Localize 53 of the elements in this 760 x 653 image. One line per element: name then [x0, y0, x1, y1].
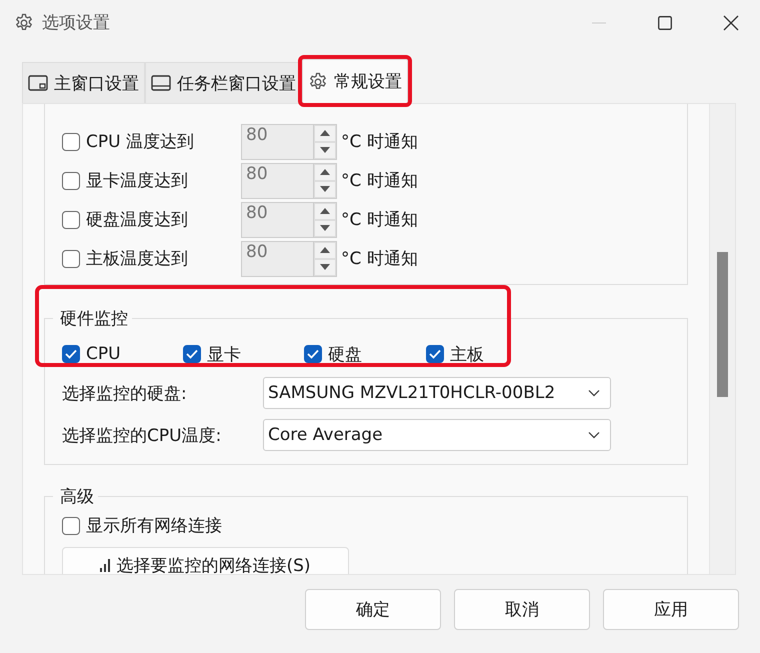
- checkbox[interactable]: [62, 250, 80, 268]
- checkbox-label: 硬盘温度达到: [86, 209, 188, 231]
- window-icon: [28, 75, 48, 91]
- checkbox-label: 主板: [450, 344, 484, 366]
- monitor-icon: [151, 75, 171, 91]
- checkbox[interactable]: [304, 345, 322, 363]
- dropdown[interactable]: SAMSUNG MZVL21T0HCLR-00BL2: [263, 377, 611, 409]
- group-title: 硬件监控: [59, 308, 129, 330]
- group-title: 高级: [59, 486, 95, 508]
- checkbox[interactable]: [62, 210, 80, 228]
- checkbox-label: 硬盘: [328, 344, 362, 366]
- checkbox[interactable]: [62, 345, 80, 363]
- unit-label: °C 时通知: [341, 248, 418, 270]
- checkbox-label: CPU: [86, 344, 121, 364]
- field-label: 选择监控的CPU温度:: [62, 424, 222, 446]
- checkbox[interactable]: [62, 516, 80, 534]
- scrollbar-thumb[interactable]: [717, 252, 728, 397]
- close-icon: [723, 14, 739, 30]
- checkbox-label: 显卡: [207, 344, 241, 366]
- checkbox[interactable]: [426, 345, 444, 363]
- scrollbar[interactable]: [709, 104, 735, 574]
- dialog-button[interactable]: 取消: [454, 589, 590, 630]
- tab-label: 任务栏窗口设置: [177, 72, 296, 94]
- unit-label: °C 时通知: [341, 209, 418, 231]
- chevron-down-icon: [588, 431, 600, 439]
- dialog-button[interactable]: 应用: [603, 589, 739, 630]
- spin-box[interactable]: 80: [241, 240, 337, 276]
- checkbox[interactable]: [183, 345, 201, 363]
- window-title: 选项设置: [42, 12, 111, 34]
- network-button[interactable]: 选择要监控的网络连接(S): [62, 547, 349, 574]
- checkbox-label: 显卡温度达到: [86, 170, 188, 192]
- minimize-icon: [592, 22, 606, 24]
- settings-icon: [14, 12, 34, 32]
- bar-chart-icon: [100, 558, 110, 572]
- checkbox[interactable]: [62, 172, 80, 190]
- dialog-button[interactable]: 确定: [305, 589, 441, 630]
- gear-icon: [308, 72, 328, 92]
- chevron-down-icon: [588, 389, 600, 397]
- tab[interactable]: 主窗口设置: [22, 62, 145, 103]
- maximize-icon: [658, 16, 672, 30]
- unit-label: °C 时通知: [341, 131, 418, 153]
- spin-box[interactable]: 80: [241, 202, 337, 238]
- checkbox-label: 显示所有网络连接: [86, 515, 222, 537]
- checkbox-label: CPU 温度达到: [86, 131, 194, 153]
- unit-label: °C 时通知: [341, 170, 418, 192]
- dropdown[interactable]: Core Average: [263, 419, 611, 451]
- tab-label: 主窗口设置: [54, 72, 139, 94]
- spin-box[interactable]: 80: [241, 124, 337, 160]
- checkbox-label: 主板温度达到: [86, 248, 188, 270]
- spin-box[interactable]: 80: [241, 162, 337, 198]
- field-label: 选择监控的硬盘:: [62, 382, 188, 404]
- tab-label: 常规设置: [334, 71, 402, 93]
- checkbox[interactable]: [62, 132, 80, 150]
